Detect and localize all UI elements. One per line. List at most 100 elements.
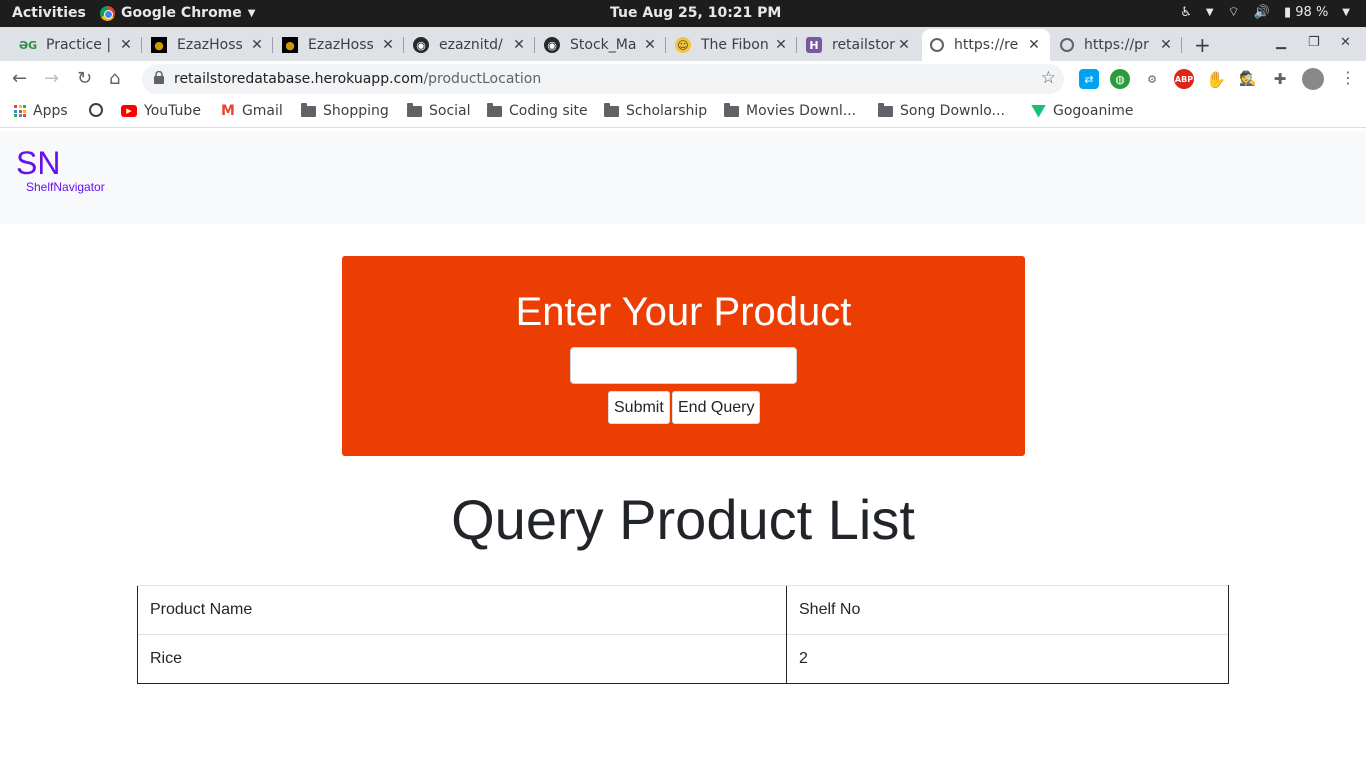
close-tab-icon[interactable]: ✕ (1158, 37, 1174, 53)
bookmark-gogoanime[interactable]: Gogoanime (1031, 103, 1133, 119)
close-tab-icon[interactable]: ✕ (896, 37, 912, 53)
github-icon: ◉ (413, 37, 429, 53)
bookmark-label: Gmail (241, 103, 283, 119)
close-tab-icon[interactable]: ✕ (1026, 37, 1042, 53)
close-tab-icon[interactable]: ✕ (642, 37, 658, 53)
spy-extension-icon[interactable]: 🕵 (1238, 69, 1258, 89)
ghost-extension-icon[interactable]: ✋ (1206, 69, 1226, 89)
bookmark-apps[interactable]: Apps (14, 103, 68, 119)
tab-title: EzazHoss (308, 37, 374, 53)
tab-fibonacci[interactable]: ☺ The Fibon ✕ (667, 29, 797, 61)
tab-title: Practice | (46, 37, 112, 53)
chrome-menu-icon[interactable]: ⋮ (1340, 68, 1356, 87)
close-tab-icon[interactable]: ✕ (380, 37, 396, 53)
tab-practice[interactable]: ƏG Practice | ✕ (12, 29, 142, 61)
tab-title: https://re (954, 37, 1019, 53)
close-tab-icon[interactable]: ✕ (773, 37, 789, 53)
bookmark-label: Social (429, 103, 471, 119)
globe-icon (1060, 38, 1074, 52)
bookmark-label: Movies Downl... (746, 103, 857, 119)
tab-active-retailstore[interactable]: https://re ✕ (922, 29, 1050, 61)
close-tab-icon[interactable]: ✕ (249, 37, 265, 53)
tab-github-ezaznitd[interactable]: ◉ ezaznitd/ ✕ (405, 29, 535, 61)
bookmark-folder-social[interactable]: Social (407, 102, 471, 119)
reload-button[interactable]: ↻ (77, 68, 92, 89)
bookmark-folder-songs[interactable]: Song Downlo... (878, 102, 1005, 119)
minimize-button[interactable]: ▁ (1276, 35, 1286, 50)
restore-button[interactable]: ❐ (1308, 35, 1320, 50)
url-host: retailstoredatabase.herokuapp.com (174, 71, 424, 87)
tray-chevron-icon[interactable]: ▼ (1206, 7, 1214, 18)
folder-icon (724, 102, 739, 117)
product-table: Product Name Shelf No Rice 2 (137, 585, 1229, 684)
folder-icon (407, 102, 422, 117)
cycle-extension-icon[interactable]: ⚙ (1142, 69, 1162, 89)
table-header-row: Product Name Shelf No (137, 585, 1229, 635)
bookmark-youtube[interactable]: ▶ YouTube (121, 103, 201, 119)
home-button[interactable]: ⌂ (109, 68, 120, 89)
bookmark-globe[interactable] (89, 103, 110, 117)
back-button[interactable]: ← (12, 68, 27, 89)
accessibility-icon[interactable]: ♿ (1180, 5, 1192, 20)
tab-ezazhoss-2[interactable]: ● EzazHoss ✕ (274, 29, 404, 61)
header-shelf-no: Shelf No (786, 585, 1229, 635)
bookmarks-bar: Apps ▶ YouTube M Gmail Shopping Social C… (0, 97, 1366, 128)
tab-title: EzazHoss (177, 37, 243, 53)
wifi-icon[interactable]: ⌔ (1228, 4, 1240, 20)
gfg-icon: ƏG (18, 38, 38, 52)
form-title: Enter Your Product (515, 290, 852, 334)
globe-extension-icon[interactable]: ◍ (1110, 69, 1130, 89)
tab-title: Stock_Ma (570, 37, 637, 53)
new-tab-button[interactable]: + (1194, 33, 1211, 57)
bookmark-folder-scholarship[interactable]: Scholarship (604, 102, 708, 119)
volume-icon[interactable]: 🔊 (1254, 5, 1270, 20)
bookmark-gmail[interactable]: M Gmail (221, 103, 283, 119)
system-tray[interactable]: ♿ ▼ ⌔ 🔊 ▮ 98 % ▼ (1180, 4, 1350, 21)
brand-logo[interactable]: SN (16, 147, 60, 179)
tab-retailstore-heroku[interactable]: H retailstor ✕ (798, 29, 920, 61)
bookmark-star-icon[interactable]: ☆ (1041, 68, 1056, 88)
chrome-icon (100, 5, 115, 21)
close-tab-icon[interactable]: ✕ (118, 37, 134, 53)
tab-productlocation[interactable]: https://pr ✕ (1052, 29, 1182, 61)
web-page: SN ShelfNavigator Enter Your Product Sub… (0, 129, 1366, 768)
tab-strip: ƏG Practice | ✕ ● EzazHoss ✕ ● EzazHoss … (0, 27, 1366, 61)
submit-button[interactable]: Submit (608, 391, 670, 424)
bookmark-folder-coding-site[interactable]: Coding site (487, 102, 588, 119)
app-menu[interactable]: Google Chrome ▼ (100, 5, 255, 21)
site-icon: ● (282, 37, 298, 53)
brand-subtitle: ShelfNavigator (26, 180, 105, 194)
product-input[interactable] (570, 347, 797, 384)
bookmark-label: Scholarship (626, 103, 708, 119)
address-bar[interactable]: retailstoredatabase.herokuapp.com/produc… (142, 64, 1064, 94)
query-list-title: Query Product List (451, 488, 915, 551)
globe-icon (89, 103, 103, 117)
clock[interactable]: Tue Aug 25, 10:21 PM (610, 5, 781, 21)
gogoanime-icon (1031, 104, 1046, 118)
bookmark-folder-shopping[interactable]: Shopping (301, 102, 389, 119)
battery-indicator[interactable]: ▮ 98 % (1284, 5, 1328, 20)
translate-extension-icon[interactable]: ⇄ (1079, 69, 1099, 89)
profile-avatar[interactable] (1302, 68, 1324, 90)
system-menu-chevron-icon[interactable]: ▼ (1342, 7, 1350, 18)
battery-percent: 98 % (1295, 4, 1329, 20)
close-tab-icon[interactable]: ✕ (511, 37, 527, 53)
forward-button[interactable]: → (44, 68, 59, 89)
bookmark-label: Apps (33, 103, 68, 119)
bookmark-folder-movies[interactable]: Movies Downl... (724, 102, 857, 119)
cell-shelf-no: 2 (786, 634, 1229, 684)
folder-icon (878, 102, 893, 117)
adblock-extension-icon[interactable]: ABP (1174, 69, 1194, 89)
bookmark-label: YouTube (144, 103, 201, 119)
site-navbar: SN ShelfNavigator (0, 131, 1366, 224)
system-top-bar: Activities Google Chrome ▼ Tue Aug 25, 1… (0, 0, 1366, 27)
puzzle-extensions-icon[interactable]: ✚ (1270, 69, 1290, 89)
activities-button[interactable]: Activities (12, 5, 86, 21)
folder-icon (301, 102, 316, 117)
tab-github-stock[interactable]: ◉ Stock_Ma ✕ (536, 29, 666, 61)
youtube-icon: ▶ (121, 105, 137, 117)
close-window-button[interactable]: ✕ (1340, 35, 1351, 50)
tab-ezazhoss-1[interactable]: ● EzazHoss ✕ (143, 29, 273, 61)
end-query-button[interactable]: End Query (672, 391, 761, 424)
bookmark-label: Shopping (323, 103, 389, 119)
